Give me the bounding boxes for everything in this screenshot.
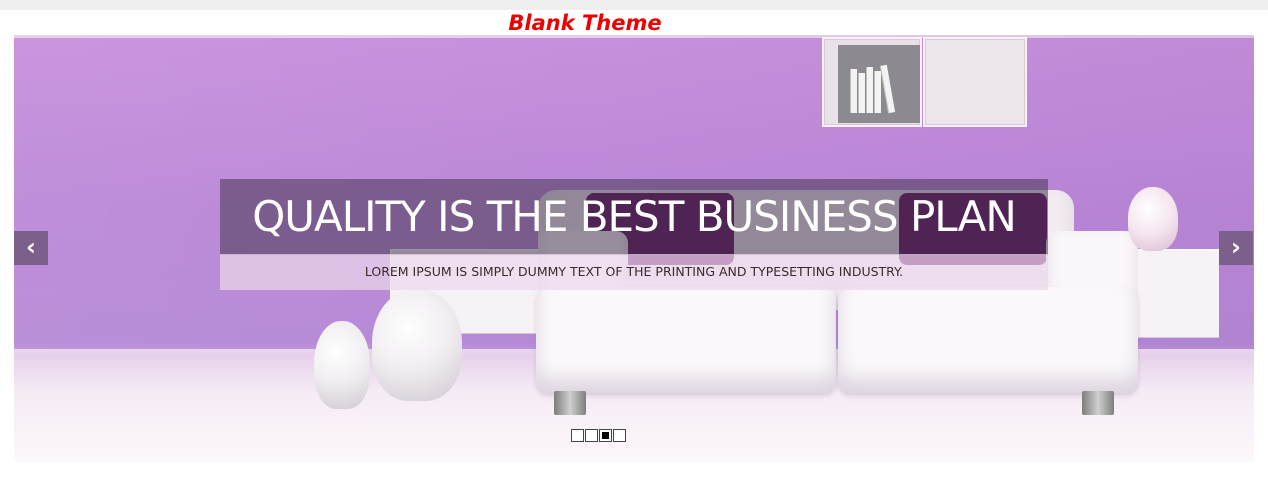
slide-pager-dot-3[interactable] xyxy=(599,429,612,442)
shelf-opening xyxy=(838,45,920,123)
slide-caption-subtitle: LOREM IPSUM IS SIMPLY DUMMY TEXT OF THE … xyxy=(364,264,904,279)
sofa-leg xyxy=(554,391,586,415)
slide-pager-dot-4[interactable] xyxy=(613,429,626,442)
chevron-right-icon: › xyxy=(1231,233,1241,261)
book xyxy=(879,64,896,114)
sofa-seat xyxy=(838,287,1138,393)
slide-pager xyxy=(571,429,626,442)
book xyxy=(850,69,857,113)
top-bar xyxy=(0,0,1268,10)
wall-shelf xyxy=(923,37,1027,127)
book xyxy=(858,73,865,113)
vase xyxy=(372,289,462,401)
book xyxy=(874,71,881,113)
side-table xyxy=(1126,249,1219,337)
chevron-left-icon: ‹ xyxy=(26,233,36,261)
slide-pager-dot-2[interactable] xyxy=(585,429,598,442)
next-slide-button[interactable]: › xyxy=(1219,231,1253,265)
wall-shelf xyxy=(822,37,922,127)
sofa-seat xyxy=(536,287,836,393)
previous-slide-button[interactable]: ‹ xyxy=(14,231,48,265)
vase xyxy=(1128,187,1178,251)
vase xyxy=(314,321,370,409)
book xyxy=(866,67,873,113)
slide-caption-title: QUALITY IS THE BEST BUSINESS PLAN xyxy=(252,192,1017,241)
sofa-leg xyxy=(1082,391,1114,415)
image-slider: QUALITY IS THE BEST BUSINESS PLAN LOREM … xyxy=(14,35,1254,462)
slide-pager-dot-1[interactable] xyxy=(571,429,584,442)
site-title[interactable]: Blank Theme xyxy=(0,11,1170,35)
